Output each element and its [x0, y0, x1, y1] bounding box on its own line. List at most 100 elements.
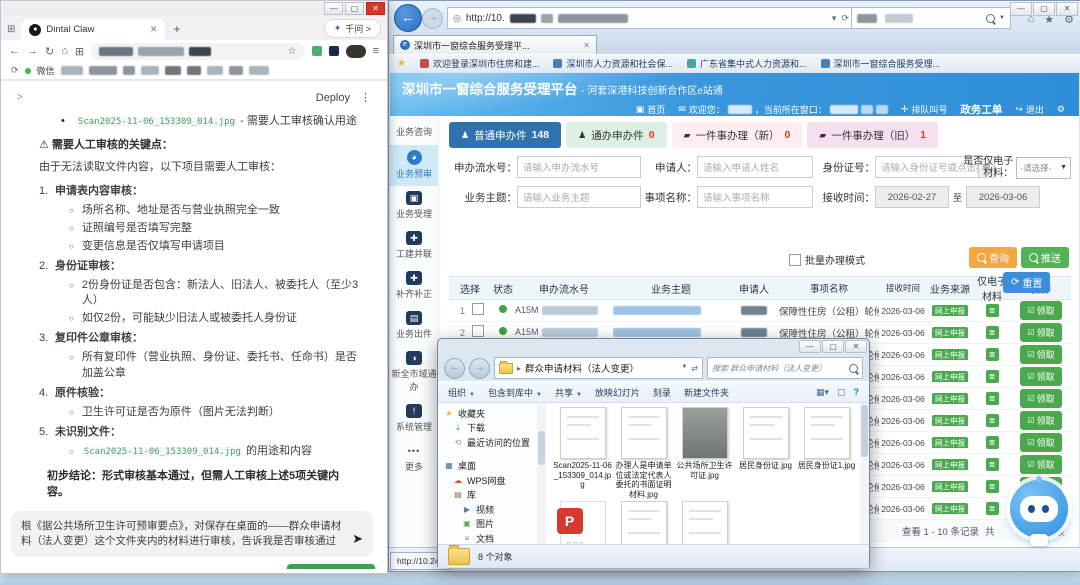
- bookmark-wechat[interactable]: 微信: [37, 64, 55, 77]
- tree-item-videos-library[interactable]: ▶视频: [438, 502, 537, 517]
- profile-avatar[interactable]: [346, 45, 366, 58]
- tree-item-desktop[interactable]: ▦桌面: [438, 459, 537, 474]
- forward-button[interactable]: →: [469, 358, 490, 379]
- refresh-icon[interactable]: ⟳: [841, 13, 849, 24]
- receive-button[interactable]: ☑领取: [1020, 433, 1061, 452]
- tree-scrollbar[interactable]: [537, 403, 546, 544]
- tree-item-libraries[interactable]: ▤库: [438, 488, 537, 503]
- file-item[interactable]: [674, 501, 735, 544]
- tree-item-favorites-star[interactable]: ★收藏夹: [438, 406, 537, 421]
- file-item[interactable]: 办理人是申请单位或法定代表人委托的书面证明材料.jpg: [613, 407, 674, 499]
- receive-button[interactable]: ☑领取: [1020, 389, 1061, 408]
- tab-case-type-3[interactable]: ▰一件事办理（旧）1: [807, 122, 938, 148]
- subject-input[interactable]: 请输入业务主题: [517, 186, 641, 208]
- robot-assistant-icon[interactable]: [1008, 478, 1072, 548]
- dropdown-icon[interactable]: ▼: [681, 364, 687, 373]
- receive-button[interactable]: ☑领取: [1020, 455, 1061, 474]
- nav-home[interactable]: ▣首页: [636, 103, 666, 116]
- file-item[interactable]: [613, 501, 674, 544]
- file-item[interactable]: 居民身份证1.jpg: [796, 407, 857, 499]
- ie-tab[interactable]: e 深圳市一窗综合服务受理平... ✕: [393, 35, 597, 54]
- browser-tab[interactable]: ● Dintal Claw ✕: [21, 19, 165, 40]
- maximize-button[interactable]: ▢: [345, 2, 364, 15]
- receive-button[interactable]: ☑领取: [1020, 301, 1061, 320]
- minimize-button[interactable]: —: [1010, 2, 1032, 16]
- flow-input[interactable]: 请输入申办流水号: [517, 156, 641, 178]
- sidebar-caret[interactable]: >: [17, 92, 23, 103]
- item-input[interactable]: 请输入事项名称: [697, 186, 813, 208]
- sidebar-item-preview[interactable]: ◕业务预审: [390, 145, 438, 186]
- new-tab-button[interactable]: +: [173, 22, 180, 36]
- toolbar-item[interactable]: 放映幻灯片: [595, 386, 640, 399]
- favorite-link[interactable]: 广东省集中式人力资源和...: [687, 57, 807, 70]
- nav-ticket[interactable]: 政务工单: [960, 102, 1002, 116]
- ie-search-box[interactable]: ▼: [851, 7, 1011, 29]
- applicant-input[interactable]: 请输入申请人姓名: [697, 156, 813, 178]
- tab-panel-icon[interactable]: ⊞: [7, 24, 15, 35]
- reset-button[interactable]: ⟳重置: [1003, 272, 1050, 293]
- search-box[interactable]: 搜索 群众申请材料（法人变更）: [707, 357, 863, 379]
- tab-close-icon[interactable]: ✕: [583, 41, 590, 50]
- receive-button[interactable]: ☑领取: [1020, 345, 1061, 364]
- bookmark-star-icon[interactable]: ☆: [288, 46, 297, 57]
- refresh-icon[interactable]: ⇄: [691, 364, 698, 373]
- tree-item-pictures-library[interactable]: ▣图片: [438, 517, 537, 532]
- row-checkbox[interactable]: [472, 325, 484, 337]
- sidebar-item-parallel[interactable]: ✚工建并联: [390, 226, 438, 266]
- forward-icon[interactable]: →: [27, 45, 38, 57]
- help-icon[interactable]: ?: [854, 387, 860, 398]
- nav-logout[interactable]: ↪退出: [1015, 103, 1044, 116]
- receive-button[interactable]: ☑领取: [1020, 367, 1061, 386]
- file-item[interactable]: 居民身份证.jpg: [735, 407, 796, 499]
- reload-icon[interactable]: ↻: [45, 45, 54, 58]
- time-from-input[interactable]: 2026-02-27: [875, 186, 949, 208]
- search-dropdown-icon[interactable]: ▼: [999, 15, 1005, 21]
- search-icon[interactable]: [986, 14, 995, 23]
- sidebar-item-more[interactable]: •••更多: [390, 439, 438, 479]
- sidebar-item-supplement[interactable]: ✚补齐补正: [390, 266, 438, 306]
- sidebar-item-citywide[interactable]: ◑新全市域通办: [390, 346, 438, 399]
- files-scrollbar[interactable]: [860, 403, 869, 544]
- push-button[interactable]: 推送: [1021, 247, 1069, 268]
- favorite-link[interactable]: 深圳市人力资源和社会保...: [553, 57, 673, 70]
- batch-checkbox[interactable]: [789, 254, 801, 266]
- nav-settings[interactable]: ⚙: [1057, 104, 1065, 115]
- sidebar-item-consult[interactable]: 业务咨询: [390, 118, 438, 145]
- ematerial-select[interactable]: -请选择- ▼: [1016, 157, 1071, 179]
- query-button[interactable]: 查询: [969, 247, 1017, 268]
- close-button[interactable]: ✕: [366, 2, 385, 15]
- maximize-button[interactable]: ▢: [1033, 2, 1055, 16]
- extension-icon[interactable]: [312, 46, 322, 56]
- preview-pane-icon[interactable]: ▢: [837, 387, 846, 398]
- tab-case-type-1[interactable]: ♟通办申办件0: [566, 122, 666, 148]
- favorite-link[interactable]: 深圳市一窗综合服务受理...: [821, 57, 941, 70]
- minimize-button[interactable]: —: [799, 340, 821, 353]
- back-icon[interactable]: ←: [9, 45, 20, 57]
- receive-button[interactable]: ☑领取: [1020, 411, 1061, 430]
- close-button[interactable]: ✕: [845, 340, 867, 353]
- extension-icon[interactable]: [329, 46, 339, 56]
- ie-address-bar[interactable]: ◎ http://10. ▾ ⟳: [447, 7, 855, 29]
- forward-button[interactable]: →: [422, 8, 443, 29]
- view-icon[interactable]: ▦▾: [816, 387, 829, 398]
- menu-icon[interactable]: ≡: [373, 45, 379, 57]
- file-item[interactable]: PPDF: [552, 501, 613, 544]
- home-icon[interactable]: ⌂: [61, 45, 68, 57]
- tab-close-icon[interactable]: ✕: [150, 24, 158, 35]
- tab-case-type-0[interactable]: ♟普通申办件148: [449, 122, 561, 148]
- dropdown-icon[interactable]: ▾: [832, 13, 837, 24]
- favorites-star-icon[interactable]: ★: [397, 58, 406, 69]
- address-bar[interactable]: ▸ 群众申请材料（法人变更） ▼ ⇄: [494, 357, 703, 379]
- kebab-menu-icon[interactable]: ⋮: [360, 91, 371, 104]
- address-bar[interactable]: ☆: [91, 43, 304, 60]
- batch-mode-toggle[interactable]: 批量办理模式: [789, 252, 865, 267]
- tree-item-downloads-folder[interactable]: ⤓下载: [438, 421, 537, 436]
- sidebar-item-accept[interactable]: ▣业务受理: [390, 186, 438, 226]
- minimize-button[interactable]: —: [324, 2, 343, 15]
- qianwen-button[interactable]: ✦ 千问 >: [324, 19, 381, 38]
- file-item[interactable]: Scan2025-11-06_153309_014.jpg: [552, 407, 613, 499]
- toolbar-item[interactable]: 组织▼: [448, 386, 475, 399]
- toolbar-item[interactable]: 包含到库中▼: [488, 386, 542, 399]
- nav-queue[interactable]: ✛排队叫号: [901, 103, 948, 116]
- tree-item-documents-library[interactable]: ≡文档: [438, 531, 537, 544]
